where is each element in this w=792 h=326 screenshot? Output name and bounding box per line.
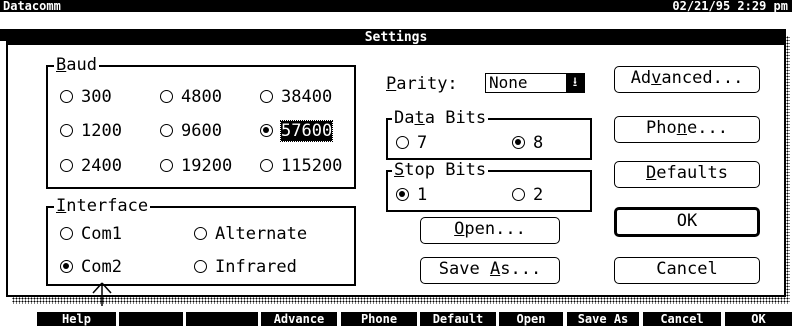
stop-bits-group: Stop Bits 1 2 <box>386 161 592 212</box>
data-bits-7[interactable]: 7 <box>396 134 427 152</box>
radio-selected-icon <box>396 188 409 201</box>
interface-group: Interface Com1 Alternate Com2 Infrared <box>46 197 356 286</box>
baud-57600[interactable]: 57600 <box>260 120 334 142</box>
save-as-button[interactable]: Save As... <box>420 257 560 284</box>
interface-com1[interactable]: Com1 <box>60 225 122 243</box>
stop-bits-legend: Stop Bits <box>392 160 489 180</box>
interface-alternate[interactable]: Alternate <box>194 225 307 243</box>
radio-icon <box>396 136 409 149</box>
app-title: Datacomm <box>3 0 61 13</box>
radio-icon <box>60 90 73 103</box>
defaults-button[interactable]: Defaults <box>614 161 760 188</box>
dialog-title: Settings <box>8 31 784 45</box>
radio-icon <box>194 260 207 273</box>
fkey-cancel[interactable]: Cancel <box>643 312 721 326</box>
advanced-button[interactable]: Advanced... <box>614 66 760 93</box>
radio-icon <box>160 90 173 103</box>
radio-icon <box>60 124 73 137</box>
baud-legend: Baud <box>54 55 99 75</box>
dropdown-arrow-icon[interactable]: ⭳ <box>566 74 584 92</box>
baud-4800[interactable]: 4800 <box>160 88 222 106</box>
interface-com2[interactable]: Com2 <box>60 258 122 276</box>
radio-selected-icon <box>512 136 525 149</box>
fkey-ok[interactable]: OK <box>725 312 792 326</box>
stop-bits-2[interactable]: 2 <box>512 186 543 204</box>
cancel-button[interactable]: Cancel <box>614 257 760 284</box>
radio-icon <box>260 90 273 103</box>
app-title-bar: Datacomm 02/21/95 2:29 pm <box>0 0 792 12</box>
radio-icon <box>512 188 525 201</box>
interface-legend: Interface <box>54 196 151 216</box>
radio-selected-icon <box>260 124 273 137</box>
stop-bits-1[interactable]: 1 <box>396 186 427 204</box>
radio-icon <box>160 124 173 137</box>
ok-button[interactable]: OK <box>614 207 760 237</box>
baud-19200[interactable]: 19200 <box>160 157 232 175</box>
fkey-blank-2[interactable] <box>119 312 183 326</box>
data-bits-group: Data Bits 7 8 <box>386 109 592 160</box>
fkey-advance[interactable]: Advance <box>261 312 337 326</box>
fkey-blank-3[interactable] <box>186 312 258 326</box>
baud-group: Baud 300 4800 38400 1200 9600 57600 2400… <box>46 56 356 189</box>
radio-icon <box>260 159 273 172</box>
data-bits-legend: Data Bits <box>392 108 489 128</box>
clock: 02/21/95 2:29 pm <box>672 0 788 13</box>
fkey-phone[interactable]: Phone <box>341 312 417 326</box>
fkey-help[interactable]: Help <box>37 312 116 326</box>
baud-9600[interactable]: 9600 <box>160 122 222 140</box>
baud-38400[interactable]: 38400 <box>260 88 332 106</box>
parity-value: None <box>489 73 528 92</box>
radio-selected-icon <box>60 260 73 273</box>
parity-label: Parity: <box>386 74 458 94</box>
function-key-bar: Help Advance Phone Default Open Save As … <box>0 312 792 326</box>
fkey-default[interactable]: Default <box>420 312 496 326</box>
open-button[interactable]: Open... <box>420 217 560 244</box>
baud-2400[interactable]: 2400 <box>60 157 122 175</box>
baud-1200[interactable]: 1200 <box>60 122 122 140</box>
data-bits-8[interactable]: 8 <box>512 134 543 152</box>
radio-icon <box>60 227 73 240</box>
interface-infrared[interactable]: Infrared <box>194 258 297 276</box>
baud-115200[interactable]: 115200 <box>260 157 342 175</box>
mouse-pointer-icon <box>92 282 112 306</box>
phone-button[interactable]: Phone... <box>614 116 760 143</box>
radio-icon <box>160 159 173 172</box>
fkey-open[interactable]: Open <box>499 312 563 326</box>
radio-icon <box>60 159 73 172</box>
parity-select[interactable]: None ⭳ <box>485 73 585 93</box>
radio-icon <box>194 227 207 240</box>
settings-dialog: Settings Baud 300 4800 38400 1200 9600 5… <box>6 29 786 306</box>
baud-300[interactable]: 300 <box>60 88 112 106</box>
fkey-save-as[interactable]: Save As <box>567 312 639 326</box>
